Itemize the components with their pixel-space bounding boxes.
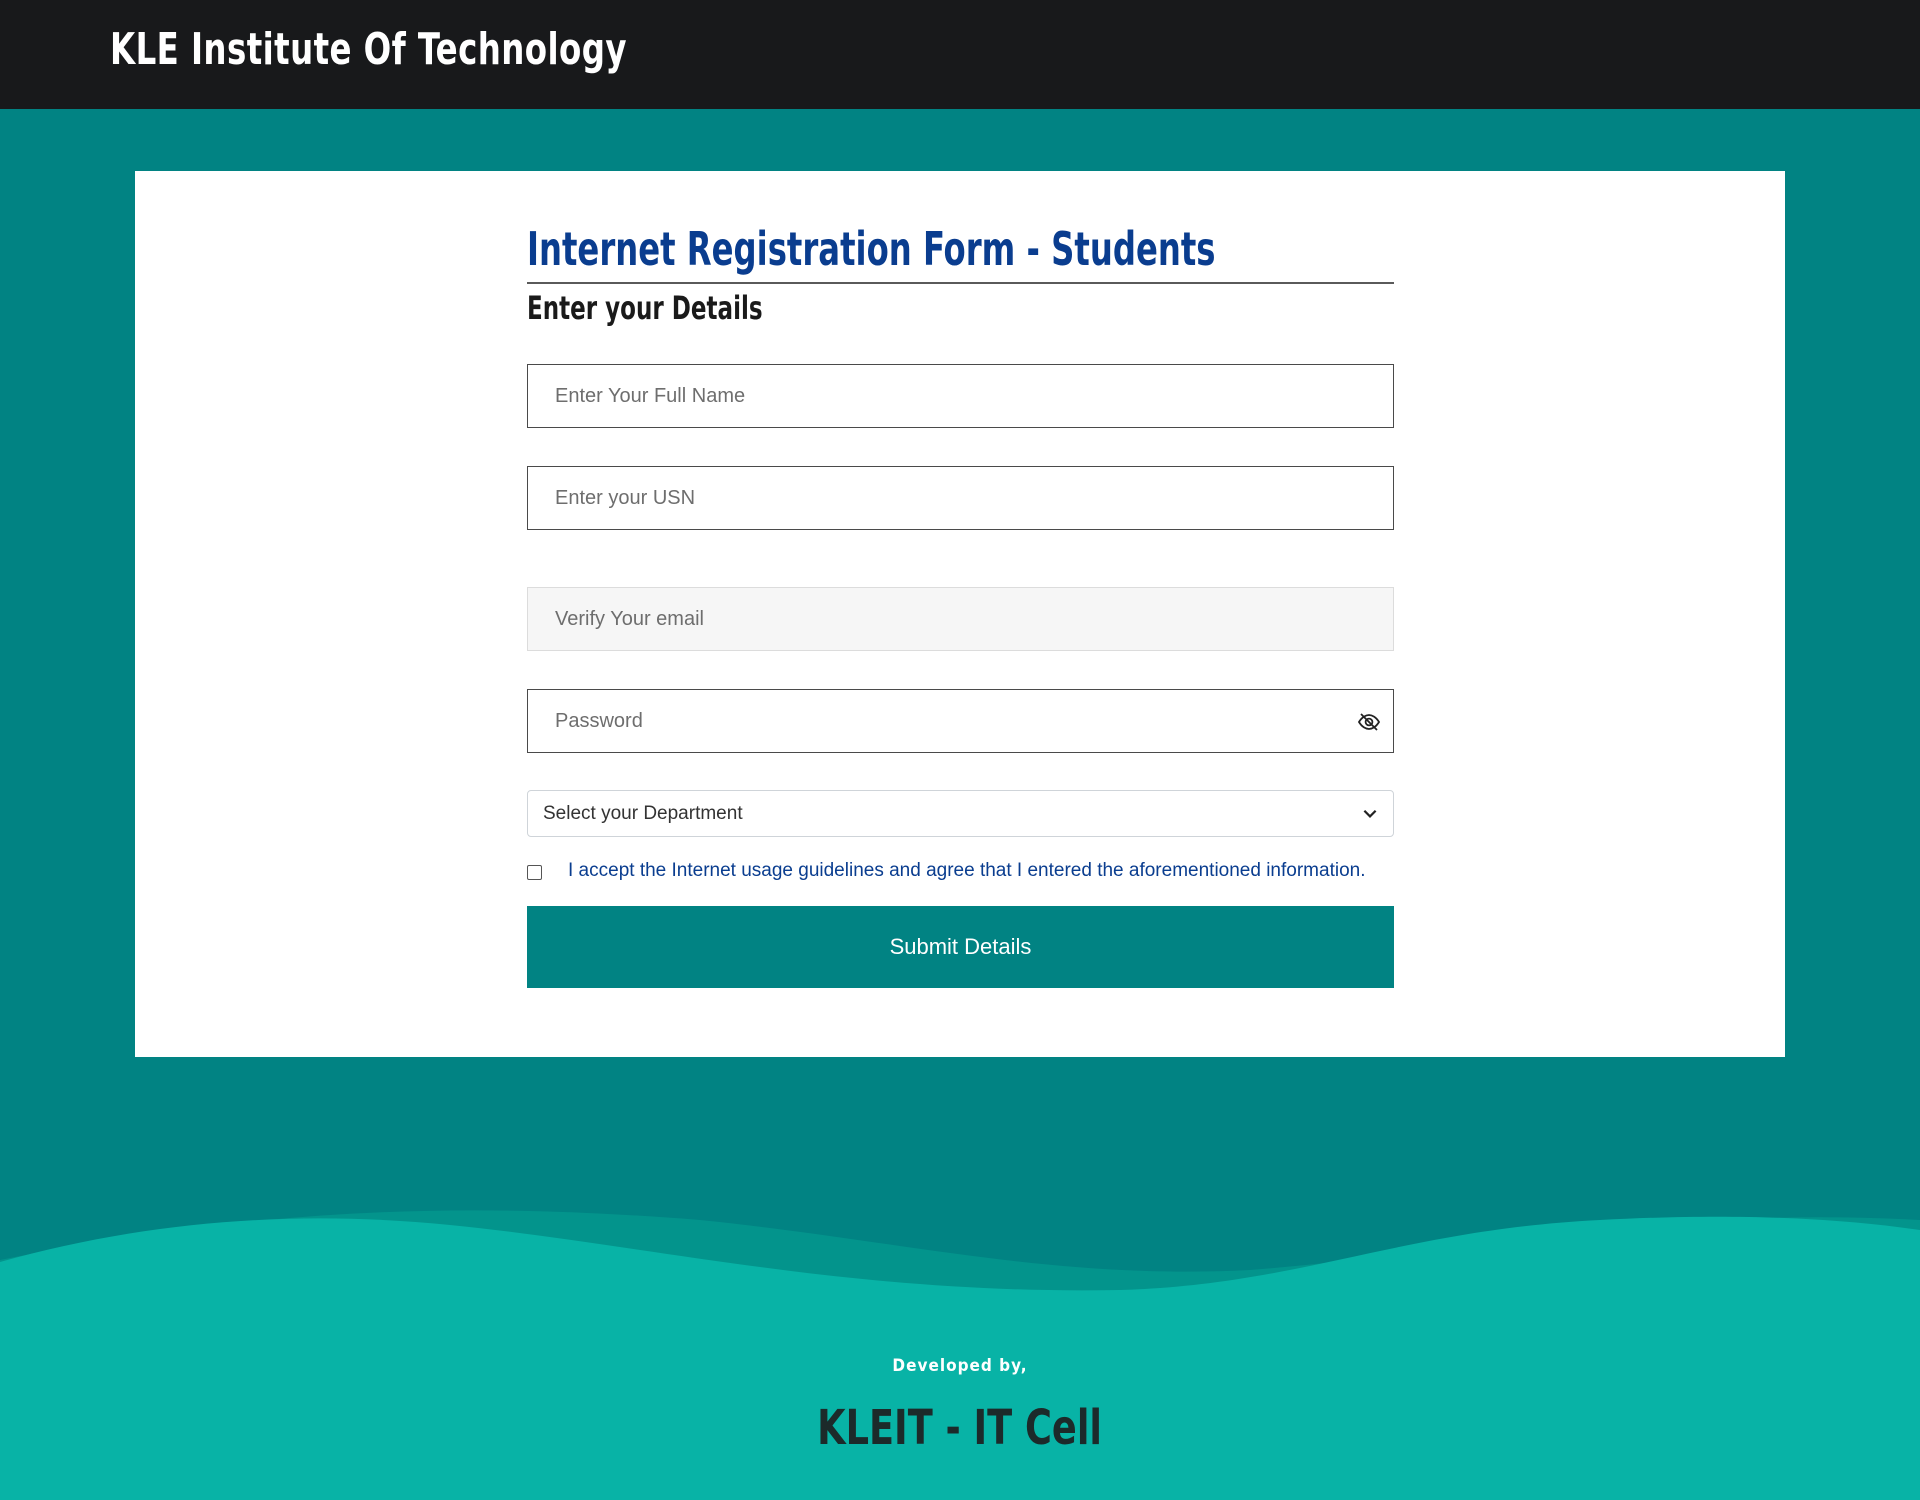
brand-title[interactable]: KLE Institute Of Technology bbox=[110, 24, 627, 75]
password-input[interactable]: Password bbox=[527, 689, 1394, 753]
email-placeholder: Verify Your email bbox=[555, 608, 704, 630]
password-placeholder: Password bbox=[555, 710, 643, 732]
form-title: Internet Registration Form - Students bbox=[527, 222, 1394, 284]
email-input[interactable]: Verify Your email bbox=[527, 587, 1394, 651]
top-navbar: KLE Institute Of Technology bbox=[0, 0, 1920, 109]
agreement-row: I accept the Internet usage guidelines a… bbox=[527, 860, 1394, 890]
eye-slash-icon[interactable] bbox=[1357, 710, 1381, 734]
agreement-label[interactable]: I accept the Internet usage guidelines a… bbox=[568, 860, 1365, 882]
usn-input[interactable]: Enter your USN bbox=[527, 466, 1394, 530]
form-subtitle: Enter your Details bbox=[527, 289, 763, 327]
chevron-down-icon bbox=[1363, 809, 1377, 818]
department-select[interactable]: Select your Department bbox=[527, 790, 1394, 837]
agreement-checkbox[interactable] bbox=[527, 865, 542, 880]
developed-by-label: Developed by, bbox=[892, 1356, 1028, 1376]
department-select-value: Select your Department bbox=[543, 803, 743, 824]
developer-team: KLEIT - IT Cell bbox=[817, 1400, 1103, 1456]
full-name-input[interactable]: Enter Your Full Name bbox=[527, 364, 1394, 428]
submit-button[interactable]: Submit Details bbox=[527, 906, 1394, 988]
full-name-placeholder: Enter Your Full Name bbox=[555, 385, 746, 407]
usn-placeholder: Enter your USN bbox=[555, 487, 696, 509]
registration-card: Internet Registration Form - Students En… bbox=[135, 171, 1785, 1057]
